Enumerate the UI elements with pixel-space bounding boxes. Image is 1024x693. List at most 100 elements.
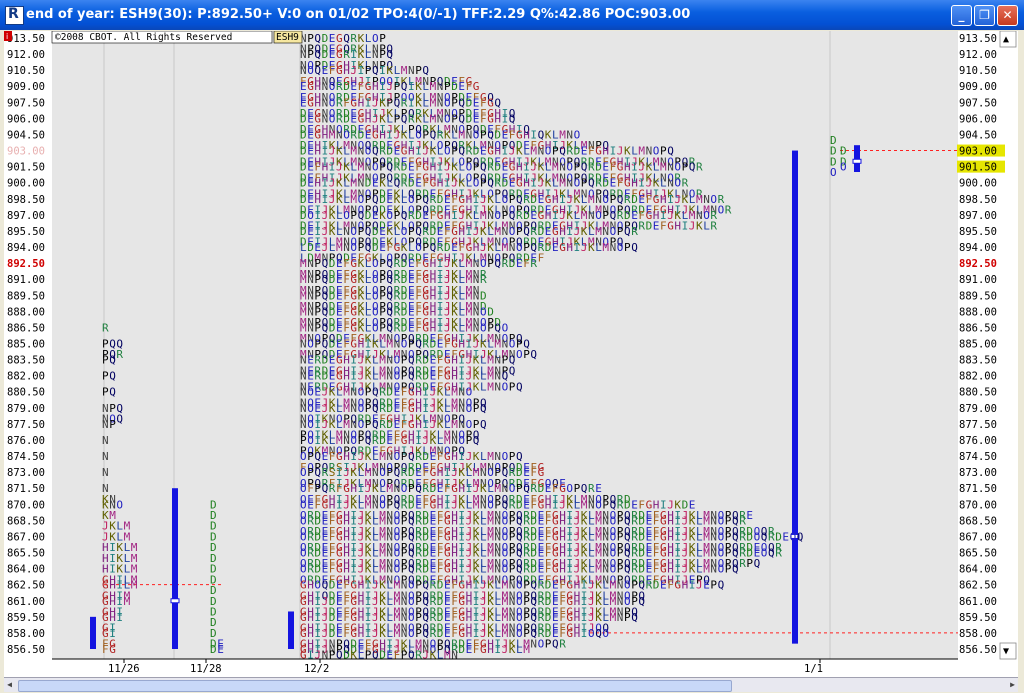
left-price-label: 864.00 — [7, 564, 45, 576]
left-price-label: 900.00 — [7, 178, 45, 190]
left-price-label: 901.50 — [7, 162, 45, 174]
right-price-label: 861.00 — [959, 596, 997, 608]
right-price-label: 870.00 — [959, 499, 997, 511]
left-price-label: 873.00 — [7, 467, 45, 479]
left-price-label: 882.00 — [7, 371, 45, 383]
left-price-label: 910.50 — [7, 65, 45, 77]
tpo-letter: G — [566, 627, 573, 640]
tpo-letter: O — [718, 563, 725, 576]
tpo-letter: Q — [473, 434, 480, 447]
left-price-label: 856.50 — [7, 644, 45, 656]
left-price-label: 898.50 — [7, 194, 45, 206]
tpo-letter: P — [624, 241, 631, 254]
right-price-label: 903.00 — [959, 146, 997, 158]
tpo-letter: D — [646, 220, 653, 233]
left-price-label: 880.50 — [7, 387, 45, 399]
right-price-label: 880.50 — [959, 387, 997, 399]
scrollbar-thumb[interactable] — [18, 680, 732, 692]
tpo-letter: O — [790, 530, 797, 543]
title-bar[interactable]: R end of year: ESH9(30): P:892.50+ V:0 o… — [0, 0, 1024, 30]
left-price-label: 868.50 — [7, 515, 45, 527]
symbol-label: ESH9 — [276, 32, 299, 43]
tpo-letter: N — [617, 611, 624, 624]
tpo-letter: E — [653, 220, 660, 233]
left-price-label: 895.50 — [7, 226, 45, 238]
tpo-letter: I — [689, 579, 696, 592]
range-bar — [854, 145, 860, 172]
tpo-letter: L — [703, 220, 710, 233]
maximize-button[interactable]: ❐ — [974, 5, 995, 26]
tpo-letter: N — [610, 241, 617, 254]
right-price-label: 871.50 — [959, 483, 997, 495]
left-price-label: 861.00 — [7, 596, 45, 608]
tpo-letter: J — [689, 220, 696, 233]
tpo-letter: E — [217, 643, 224, 656]
date-label: 11/28 — [190, 663, 222, 675]
tpo-letter: Q — [624, 225, 631, 238]
market-profile-chart[interactable]: RPQQPQRPQPQPQNPQNOQNPNNNNKNKNOKMJKLMJKLM… — [4, 31, 1018, 679]
tpo-letter: R — [646, 579, 653, 592]
tpo-letter: P — [509, 380, 516, 393]
tpo-letter: E — [746, 509, 753, 522]
tpo-letter: P — [545, 638, 552, 651]
tpo-letter: Q — [631, 611, 638, 624]
left-price-label: 865.50 — [7, 548, 45, 560]
tpo-letter: D — [653, 579, 660, 592]
date-label: 12/2 — [304, 663, 329, 675]
right-price-label: 897.00 — [959, 210, 997, 222]
left-price-label: 879.00 — [7, 403, 45, 415]
tpo-letter: R — [116, 348, 123, 361]
tpo-letter: Q — [638, 595, 645, 608]
tpo-letter: D — [210, 643, 217, 656]
tpo-letter: P — [487, 257, 494, 270]
right-price-label: 888.00 — [959, 306, 997, 318]
tpo-letter: L — [595, 241, 602, 254]
tpo-letter: P — [746, 557, 753, 570]
tpo-letter: O — [617, 241, 624, 254]
tpo-letter: N — [102, 418, 109, 431]
left-price-label: 894.00 — [7, 242, 45, 254]
chart-canvas: RP Q QP Q RP QP QP QN P QN O QN PNNNNK NK N OK MJ K L MJ K L M… — [4, 31, 1018, 679]
tpo-letter: H — [566, 241, 573, 254]
left-price-label: 913.50 — [7, 33, 45, 45]
tpo-letter: F — [538, 252, 545, 265]
tpo-letter: I — [116, 611, 123, 624]
right-price-label: 906.00 — [959, 113, 997, 125]
minimize-button[interactable]: _ — [951, 5, 972, 26]
horizontal-scrollbar[interactable]: ◀ ▶ — [4, 677, 1018, 692]
right-price-label: 892.50 — [959, 258, 997, 270]
tpo-letter: G — [667, 220, 674, 233]
tpo-letter: Q — [718, 579, 725, 592]
tpo-letter: N — [102, 466, 109, 479]
tpo-letter: N — [710, 563, 717, 576]
chevron-up-icon: ▲ — [1003, 34, 1009, 45]
tpo-letter: M — [602, 241, 609, 254]
range-bar — [90, 616, 96, 649]
left-price-label: 870.00 — [7, 499, 45, 511]
tpo-letter: F — [660, 220, 667, 233]
tpo-letter: P — [102, 370, 109, 383]
tpo-letter: O — [538, 638, 545, 651]
right-price-label: 913.50 — [959, 33, 997, 45]
tpo-letter: O — [466, 402, 473, 415]
tpo-letter: Q — [109, 370, 116, 383]
scroll-right-icon[interactable]: ▶ — [1007, 680, 1018, 690]
right-price-label: 874.50 — [959, 451, 997, 463]
tpo-letter: Q — [116, 413, 123, 426]
close-button[interactable]: ✕ — [997, 5, 1018, 26]
tpo-letter: R — [696, 161, 703, 174]
tpo-letter: R — [638, 220, 645, 233]
tpo-letter: O — [502, 380, 509, 393]
scroll-left-icon[interactable]: ◀ — [4, 680, 15, 690]
tpo-letter: E — [703, 579, 710, 592]
tpo-letter: Q — [689, 161, 696, 174]
tpo-letter: P — [523, 348, 530, 361]
tpo-letter: P — [473, 402, 480, 415]
tpo-letter: Q — [631, 241, 638, 254]
tpo-letter: Q — [509, 364, 516, 377]
tpo-letter: Q — [494, 257, 501, 270]
right-price-label: 873.00 — [959, 467, 997, 479]
left-price-label: 912.00 — [7, 49, 45, 61]
tpo-letter: P — [710, 579, 717, 592]
range-bar — [792, 150, 798, 644]
